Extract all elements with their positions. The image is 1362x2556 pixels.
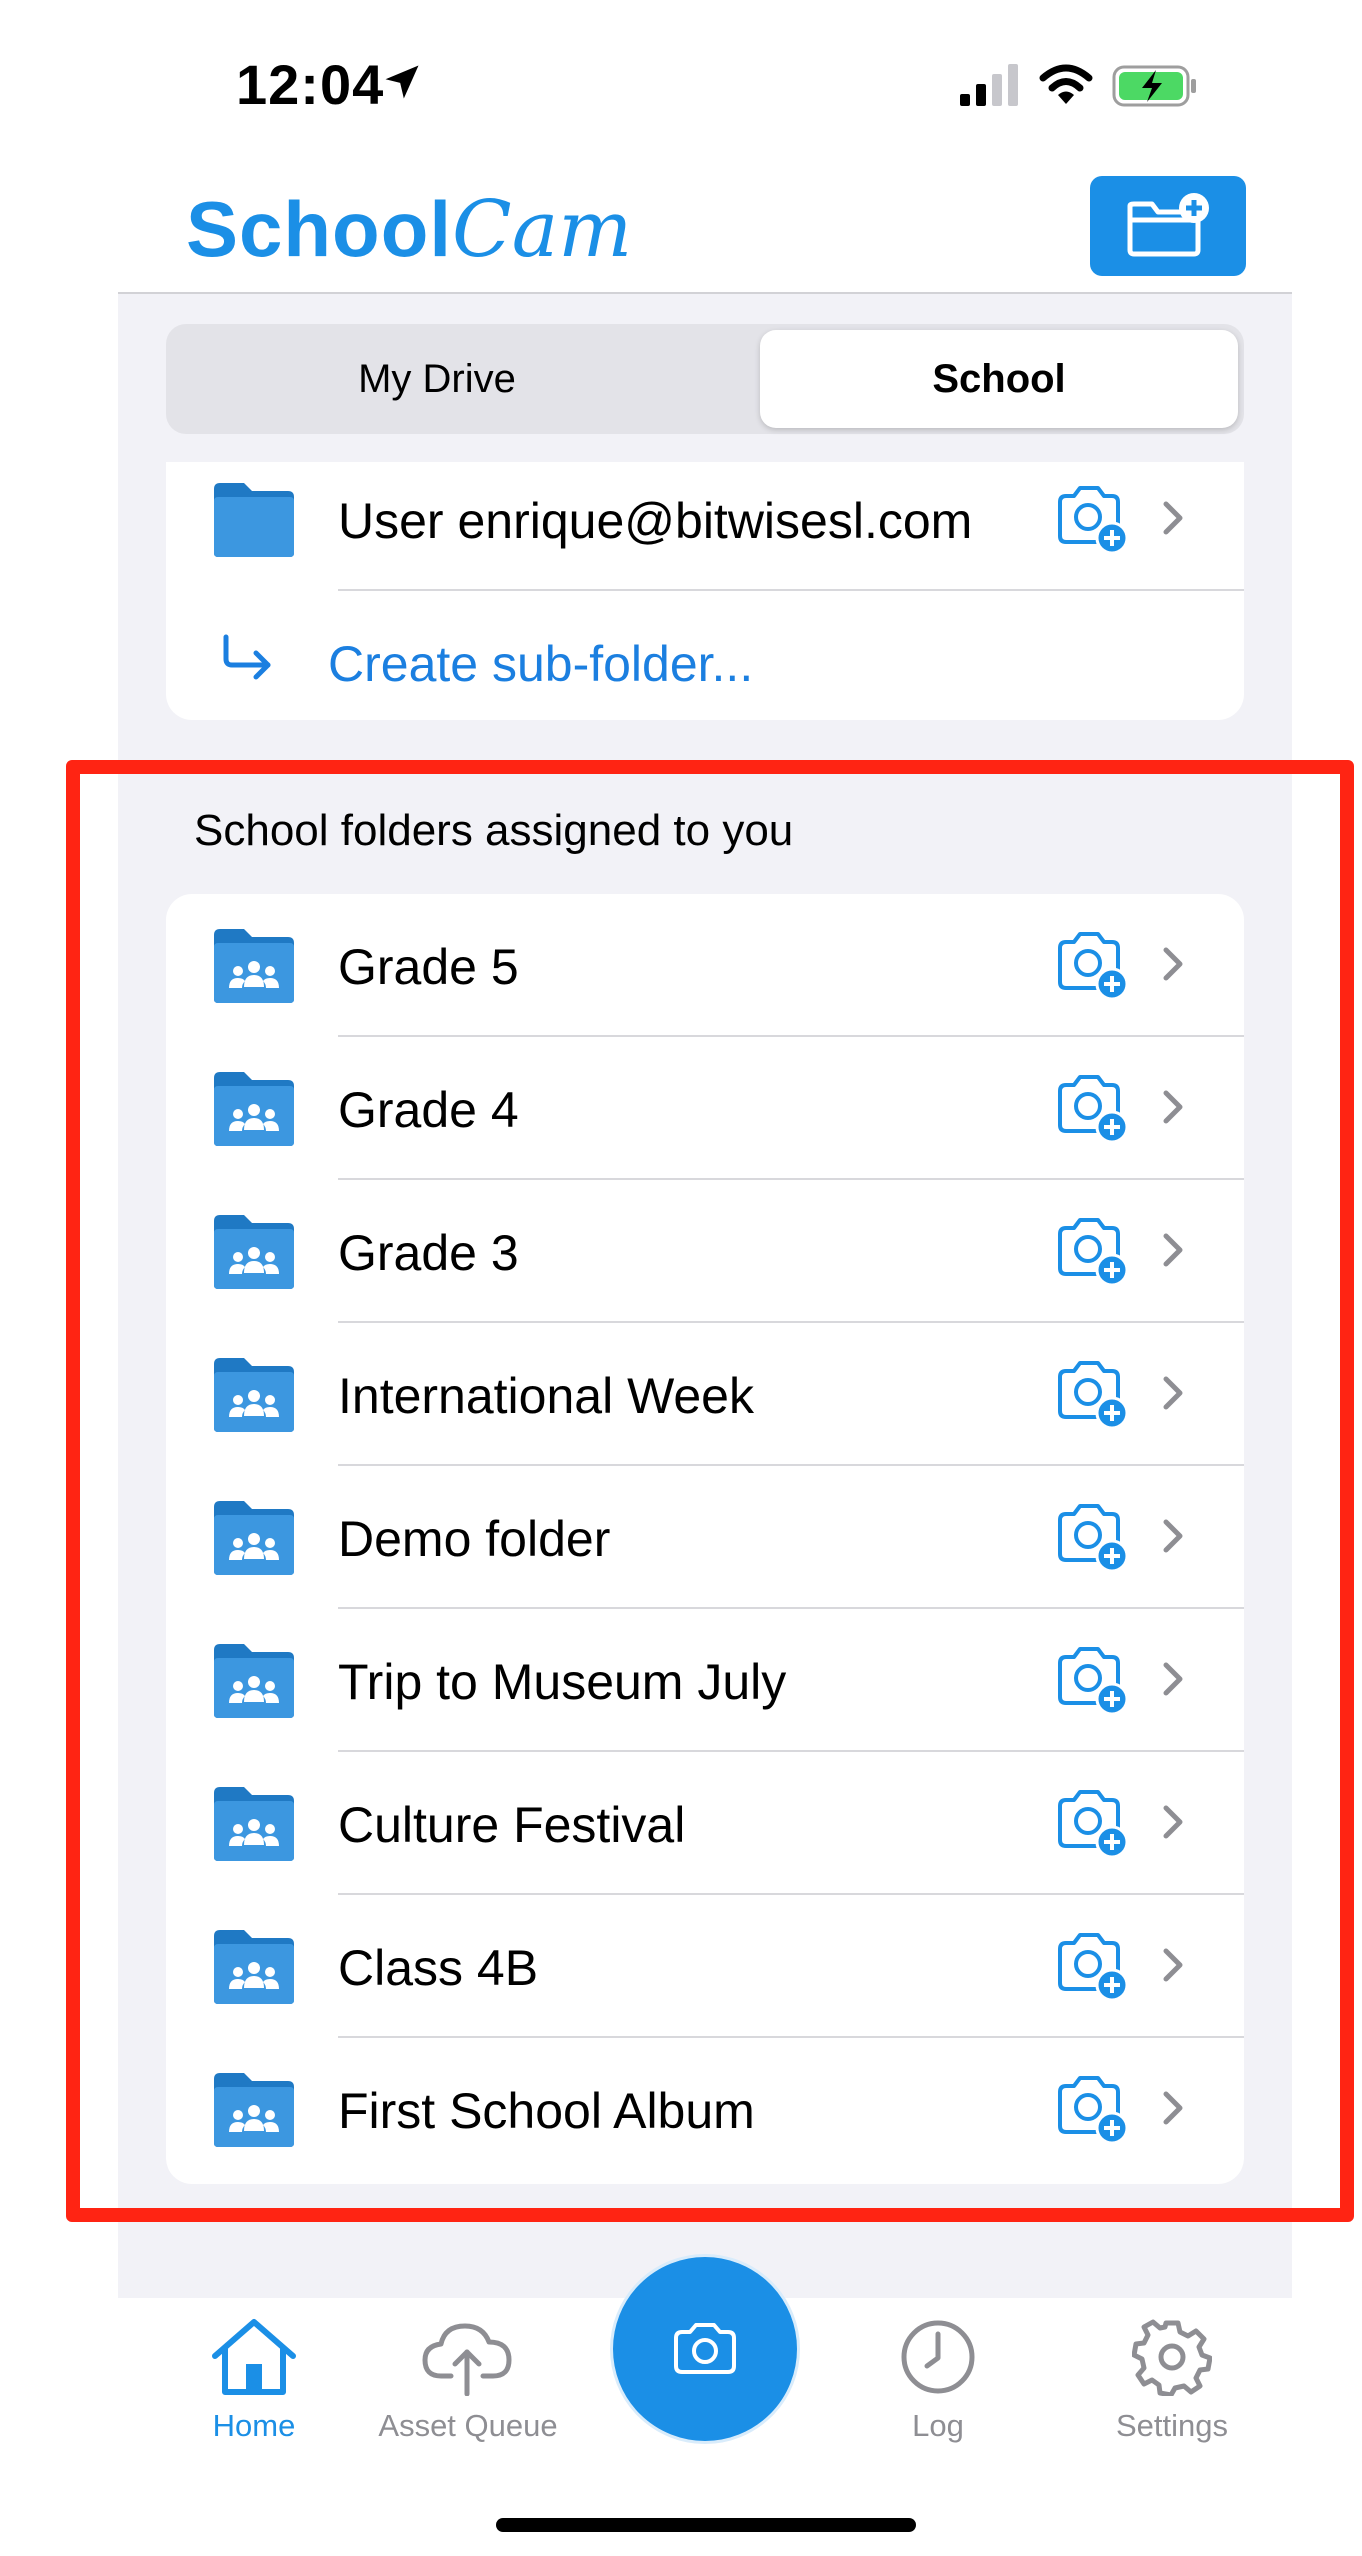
folder-row[interactable]: First School Album [166,2038,1244,2181]
main-content: My Drive School User enrique@bitwisesl.c… [118,292,1292,2298]
chevron-right-icon [1163,1805,1183,1839]
camera-add-icon[interactable] [1054,1502,1128,1572]
chevron-right-icon [1163,1519,1183,1553]
camera-add-icon[interactable] [1054,1359,1128,1429]
folder-label: Grade 5 [338,939,519,995]
camera-add-icon[interactable] [1054,1788,1128,1858]
folder-plus-icon [1127,193,1209,257]
shared-folder-icon [214,2073,294,2147]
folder-icon [214,483,294,557]
folder-row[interactable]: Grade 5 [166,894,1244,1037]
location-arrow-icon [385,65,419,99]
segment-my-drive[interactable]: My Drive [172,330,702,428]
camera-add-icon[interactable] [1054,1073,1128,1143]
tab-log[interactable]: Log [838,2318,1038,2468]
cloud-upload-icon [422,2323,512,2396]
folder-row[interactable]: Trip to Museum July [166,1609,1244,1752]
shared-folder-icon [214,1358,294,1432]
home-icon [212,2319,296,2395]
folder-row[interactable]: Class 4B [166,1895,1244,2038]
tab-asset-queue-label: Asset Queue [378,2408,558,2443]
folder-row[interactable]: International Week [166,1323,1244,1466]
gear-icon [1132,2319,1212,2396]
user-folder-row[interactable]: User enrique@bitwisesl.com [166,462,1244,591]
camera-capture-button[interactable] [610,2254,800,2444]
turn-right-arrow-icon [223,634,271,680]
battery-charging-icon [1112,65,1196,107]
chevron-right-icon [1163,1376,1183,1410]
tab-home[interactable]: Home [154,2318,354,2468]
folder-label: International Week [338,1368,754,1424]
user-folder-card: User enrique@bitwisesl.com Create sub-fo… [166,462,1244,720]
folder-row[interactable]: Culture Festival [166,1752,1244,1895]
folder-row[interactable]: Grade 4 [166,1037,1244,1180]
create-subfolder-label: Create sub-folder... [328,636,754,692]
chevron-right-icon [1163,1090,1183,1124]
app-header: SchoolCam [0,170,1362,292]
wifi-icon [1039,64,1093,104]
camera-add-icon[interactable] [1054,2074,1128,2144]
camera-add-icon[interactable] [1054,1216,1128,1286]
camera-icon [674,2323,736,2374]
camera-add-icon[interactable] [1054,1931,1128,2001]
tab-settings-label: Settings [1115,2408,1228,2443]
folder-label: Demo folder [338,1511,611,1567]
chevron-right-icon [1163,2091,1183,2125]
home-indicator [496,2518,916,2532]
chevron-right-icon [1163,1662,1183,1696]
chevron-right-icon [1163,1948,1183,1982]
school-folders-card: Grade 5 Grade 4 Grade 3 International Week D… [166,894,1244,2184]
folder-label: Culture Festival [338,1797,686,1853]
create-subfolder-row[interactable]: Create sub-folder... [166,591,1244,720]
section-title: School folders assigned to you [194,806,794,855]
clock-icon [901,2320,975,2394]
camera-add-icon[interactable] [1054,1645,1128,1715]
segment-school[interactable]: School [760,330,1238,428]
shared-folder-icon [214,1215,294,1289]
chevron-right-icon [1163,1233,1183,1267]
status-bar: 12:04 [0,0,1362,170]
folder-label: First School Album [338,2083,755,2139]
folder-row[interactable]: Grade 3 [166,1180,1244,1323]
tab-bar: Home Asset Queue Log Settings [118,2254,1292,2556]
chevron-right-icon [1163,947,1183,981]
camera-add-icon[interactable] [1054,484,1128,554]
status-time: 12:04 [236,53,385,116]
drive-segmented-control: My Drive School [166,324,1244,434]
folder-label: Grade 3 [338,1225,519,1281]
shared-folder-icon [214,1644,294,1718]
tab-asset-queue[interactable]: Asset Queue [368,2318,568,2468]
folder-label: Trip to Museum July [338,1654,787,1710]
shared-folder-icon [214,1930,294,2004]
tab-settings[interactable]: Settings [1072,2318,1272,2468]
shared-folder-icon [214,1501,294,1575]
add-folder-button[interactable] [1090,176,1246,276]
shared-folder-icon [214,1787,294,1861]
folder-label: Class 4B [338,1940,539,1996]
cellular-signal-icon [960,64,1018,106]
chevron-right-icon [1163,501,1183,535]
folder-label: Grade 4 [338,1082,519,1138]
camera-add-icon[interactable] [1054,930,1128,1000]
folder-row[interactable]: Demo folder [166,1466,1244,1609]
user-folder-label: User enrique@bitwisesl.com [338,493,973,549]
shared-folder-icon [214,1072,294,1146]
app-logo: SchoolCam [186,185,633,275]
tab-home-label: Home [212,2408,296,2443]
tab-log-label: Log [912,2408,964,2443]
shared-folder-icon [214,929,294,1003]
